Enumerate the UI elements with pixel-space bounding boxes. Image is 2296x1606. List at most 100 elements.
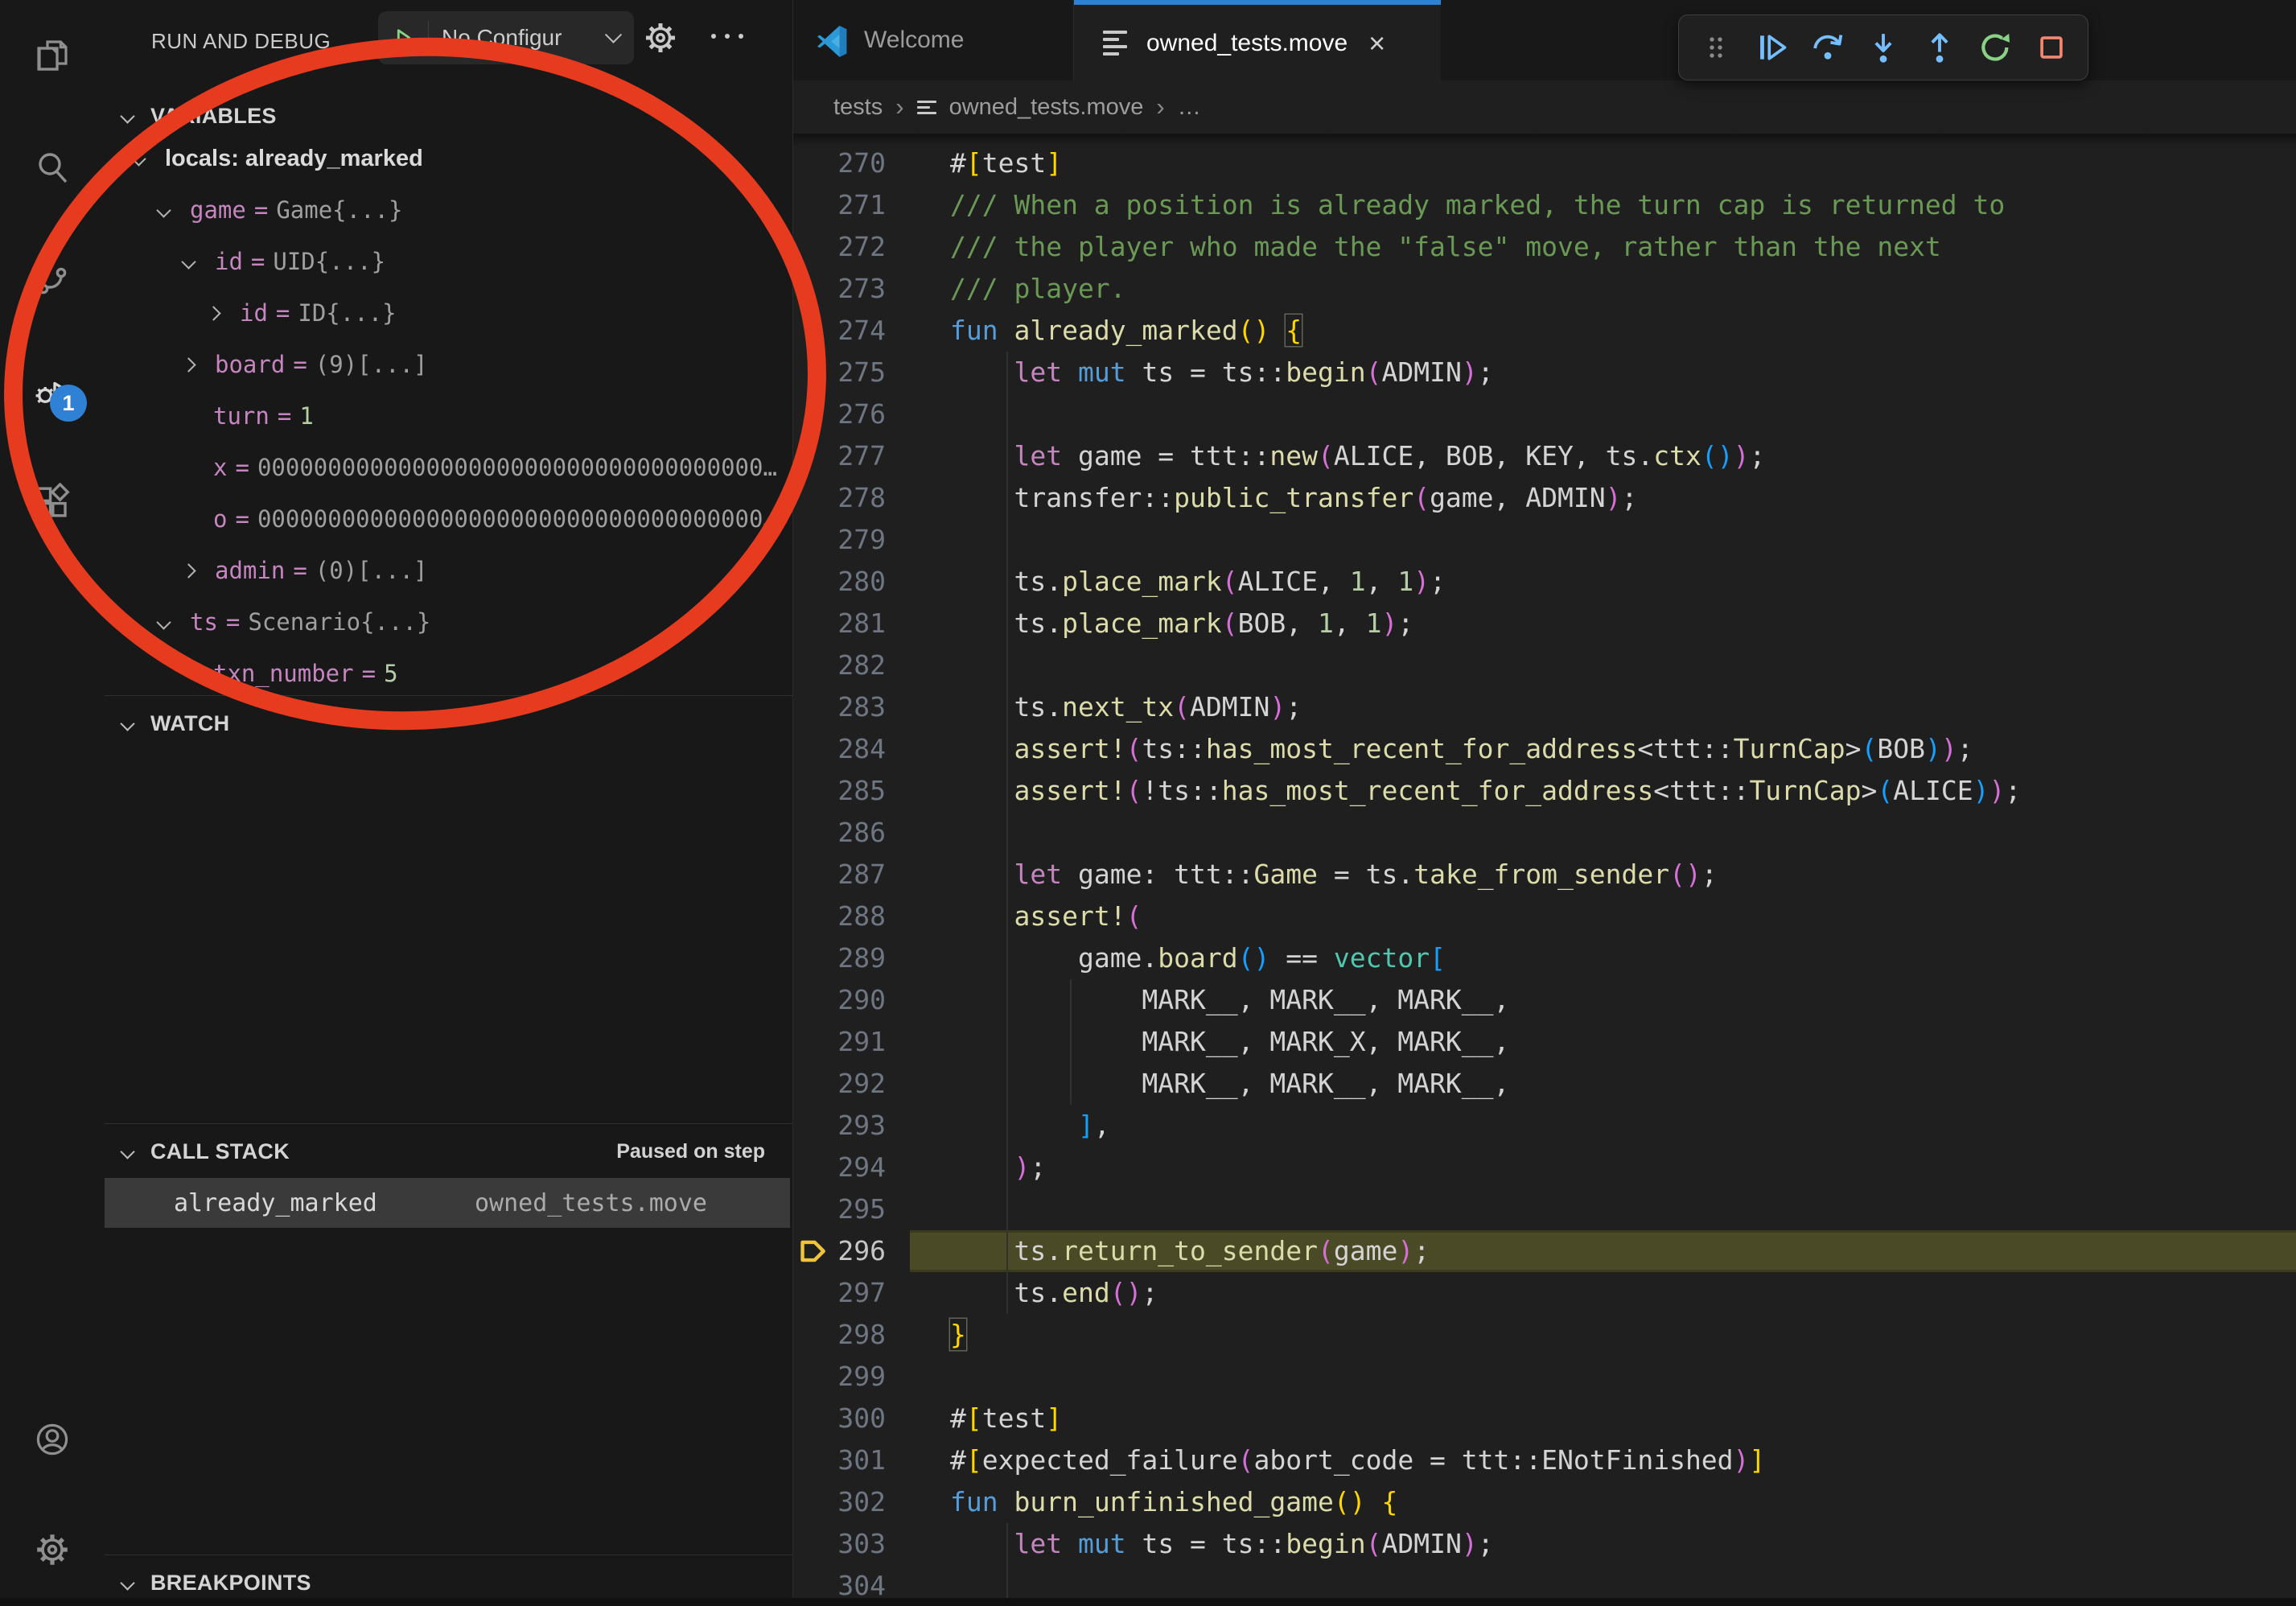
code-line[interactable]: 287 let game: ttt::Game = ts.take_from_s… bbox=[793, 854, 2296, 896]
line-number[interactable]: 284 bbox=[793, 728, 910, 770]
search-icon[interactable] bbox=[33, 149, 72, 187]
line-number[interactable]: 293 bbox=[793, 1105, 910, 1147]
chevron-down-icon[interactable] bbox=[156, 203, 171, 217]
line-number[interactable]: 303 bbox=[793, 1523, 910, 1565]
variable-row[interactable]: o=000000000000000000000000000000000000… bbox=[105, 493, 792, 545]
code-line[interactable]: 289 game.board() == vector[ bbox=[793, 937, 2296, 979]
code-editor[interactable]: 270#[test]271/// When a position is alre… bbox=[793, 134, 2296, 1598]
code-line[interactable]: 293 ], bbox=[793, 1105, 2296, 1147]
line-number[interactable]: 289 bbox=[793, 937, 910, 979]
chevron-down-icon[interactable] bbox=[156, 615, 171, 629]
line-number[interactable]: 271 bbox=[793, 184, 910, 226]
variable-row[interactable]: turn=1 bbox=[105, 390, 792, 442]
code-line[interactable]: 286 bbox=[793, 812, 2296, 854]
chevron-right-icon[interactable] bbox=[181, 563, 195, 578]
line-number[interactable]: 286 bbox=[793, 812, 910, 854]
code-line[interactable]: 297 ts.end(); bbox=[793, 1272, 2296, 1314]
breakpoints-section-header[interactable]: BREAKPOINTS bbox=[105, 1559, 792, 1606]
restart-icon[interactable] bbox=[1976, 28, 2014, 67]
line-number[interactable]: 278 bbox=[793, 477, 910, 519]
variable-row[interactable]: admin=(0)[...] bbox=[105, 545, 792, 596]
code-line[interactable]: 284 assert!(ts::has_most_recent_for_addr… bbox=[793, 728, 2296, 770]
step-out-icon[interactable] bbox=[1920, 28, 1959, 67]
code-line[interactable]: 296 ts.return_to_sender(game); bbox=[793, 1230, 2296, 1272]
code-line[interactable]: 277 let game = ttt::new(ALICE, BOB, KEY,… bbox=[793, 435, 2296, 477]
code-line[interactable]: 292 MARK__, MARK__, MARK__, bbox=[793, 1063, 2296, 1105]
line-number[interactable]: 302 bbox=[793, 1481, 910, 1523]
variable-row[interactable]: ts=Scenario{...} bbox=[105, 596, 792, 648]
settings-gear-icon[interactable] bbox=[33, 1530, 72, 1569]
line-number[interactable]: 299 bbox=[793, 1356, 910, 1398]
line-number[interactable]: 281 bbox=[793, 603, 910, 644]
code-line[interactable]: 298} bbox=[793, 1314, 2296, 1356]
code-line[interactable]: 273/// player. bbox=[793, 268, 2296, 310]
step-into-icon[interactable] bbox=[1864, 28, 1903, 67]
code-line[interactable]: 291 MARK__, MARK_X, MARK__, bbox=[793, 1021, 2296, 1063]
code-line[interactable]: 271/// When a position is already marked… bbox=[793, 184, 2296, 226]
step-over-icon[interactable] bbox=[1808, 28, 1847, 67]
explorer-icon[interactable] bbox=[33, 36, 72, 75]
debug-settings-gear-icon[interactable] bbox=[642, 19, 679, 56]
line-number[interactable]: 282 bbox=[793, 644, 910, 686]
line-number[interactable]: 296 bbox=[793, 1230, 910, 1272]
line-number[interactable]: 288 bbox=[793, 896, 910, 937]
line-number[interactable]: 301 bbox=[793, 1439, 910, 1481]
code-line[interactable]: 278 transfer::public_transfer(game, ADMI… bbox=[793, 477, 2296, 519]
code-line[interactable]: 283 ts.next_tx(ADMIN); bbox=[793, 686, 2296, 728]
code-line[interactable]: 280 ts.place_mark(ALICE, 1, 1); bbox=[793, 561, 2296, 603]
code-line[interactable]: 282 bbox=[793, 644, 2296, 686]
code-line[interactable]: 301#[expected_failure(abort_code = ttt::… bbox=[793, 1439, 2296, 1481]
line-number[interactable]: 277 bbox=[793, 435, 910, 477]
line-number[interactable]: 294 bbox=[793, 1147, 910, 1188]
code-line[interactable]: 295 bbox=[793, 1188, 2296, 1230]
stop-icon[interactable] bbox=[2032, 28, 2071, 67]
chevron-right-icon[interactable] bbox=[206, 306, 220, 320]
line-number[interactable]: 273 bbox=[793, 268, 910, 310]
breadcrumb-item-tests[interactable]: tests bbox=[833, 94, 883, 121]
variable-row[interactable]: id=ID{...} bbox=[105, 287, 792, 339]
continue-icon[interactable] bbox=[1752, 28, 1791, 67]
code-line[interactable]: 294 ); bbox=[793, 1147, 2296, 1188]
code-line[interactable]: 303 let mut ts = ts::begin(ADMIN); bbox=[793, 1523, 2296, 1565]
line-number[interactable]: 292 bbox=[793, 1063, 910, 1105]
call-stack-section-header[interactable]: CALL STACK Paused on step bbox=[105, 1128, 792, 1175]
line-number[interactable]: 297 bbox=[793, 1272, 910, 1314]
code-line[interactable]: 290 MARK__, MARK__, MARK__, bbox=[793, 979, 2296, 1021]
variable-row[interactable]: board=(9)[...] bbox=[105, 339, 792, 390]
chevron-down-icon[interactable] bbox=[181, 254, 195, 269]
breadcrumb-item-file[interactable]: owned_tests.move bbox=[949, 94, 1144, 121]
code-line[interactable]: 275 let mut ts = ts::begin(ADMIN); bbox=[793, 352, 2296, 393]
code-line[interactable]: 274fun already_marked() { bbox=[793, 310, 2296, 352]
code-line[interactable]: 288 assert!( bbox=[793, 896, 2296, 937]
code-line[interactable]: 272/// the player who made the "false" m… bbox=[793, 226, 2296, 268]
variables-scope-row[interactable]: locals: already_marked bbox=[105, 133, 792, 184]
code-line[interactable]: 304 bbox=[793, 1565, 2296, 1598]
line-number[interactable]: 283 bbox=[793, 686, 910, 728]
line-number[interactable]: 279 bbox=[793, 519, 910, 561]
more-actions-icon[interactable] bbox=[711, 34, 743, 39]
line-number[interactable]: 291 bbox=[793, 1021, 910, 1063]
tab-welcome[interactable]: Welcome bbox=[793, 0, 1074, 80]
chevron-down-icon[interactable] bbox=[131, 151, 146, 166]
line-number[interactable]: 290 bbox=[793, 979, 910, 1021]
line-number[interactable]: 274 bbox=[793, 310, 910, 352]
tab-owned-tests-move[interactable]: owned_tests.move × bbox=[1074, 0, 1441, 81]
breadcrumb-item-symbol[interactable]: … bbox=[1178, 94, 1201, 121]
variable-row[interactable]: game=Game{...} bbox=[105, 184, 792, 236]
code-line[interactable]: 279 bbox=[793, 519, 2296, 561]
line-number[interactable]: 300 bbox=[793, 1398, 910, 1439]
variable-row[interactable]: x=000000000000000000000000000000000000… bbox=[105, 442, 792, 493]
line-number[interactable]: 295 bbox=[793, 1188, 910, 1230]
code-line[interactable]: 299 bbox=[793, 1356, 2296, 1398]
toolbar-drag-grip[interactable] bbox=[1697, 28, 1735, 67]
line-number[interactable]: 298 bbox=[793, 1314, 910, 1356]
code-line[interactable]: 276 bbox=[793, 393, 2296, 435]
line-number[interactable]: 276 bbox=[793, 393, 910, 435]
launch-config-dropdown[interactable]: No Configur bbox=[378, 11, 634, 64]
variable-row[interactable]: txn_number=5 bbox=[105, 648, 792, 699]
line-number[interactable]: 280 bbox=[793, 561, 910, 603]
code-line[interactable]: 302fun burn_unfinished_game() { bbox=[793, 1481, 2296, 1523]
line-number[interactable]: 285 bbox=[793, 770, 910, 812]
variable-row[interactable]: id=UID{...} bbox=[105, 236, 792, 287]
line-number[interactable]: 287 bbox=[793, 854, 910, 896]
